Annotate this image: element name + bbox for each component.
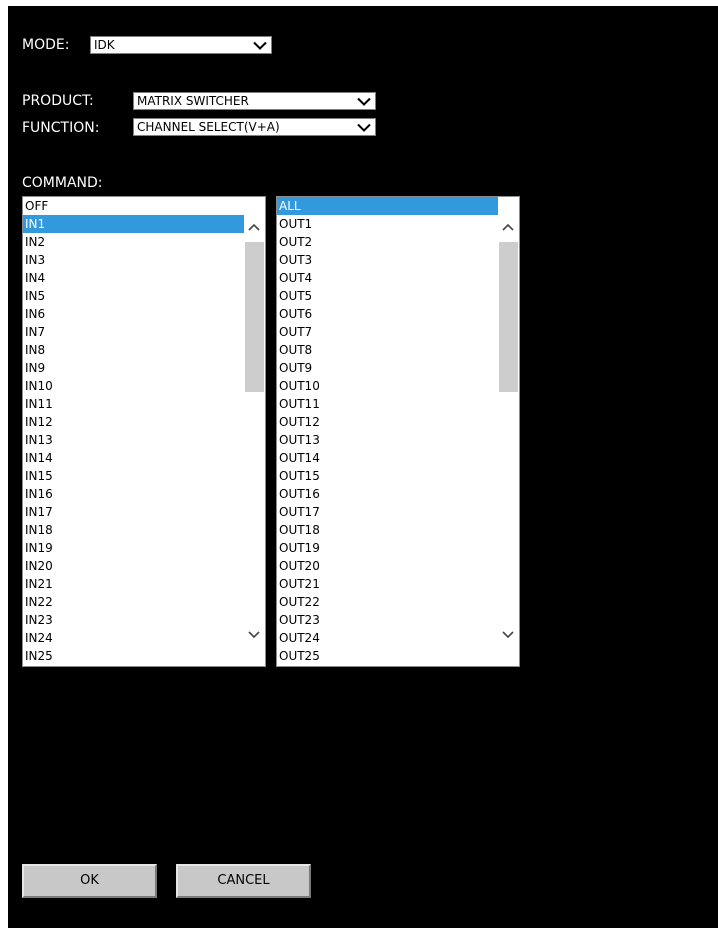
input-list-item[interactable]: IN3: [23, 251, 244, 269]
input-list-item[interactable]: IN16: [23, 485, 244, 503]
input-list-item[interactable]: IN19: [23, 539, 244, 557]
input-list: OFF IN1 IN2 IN3 IN4 IN5 IN6 IN7 IN8 IN9 IN10 IN11 IN…: [23, 197, 244, 665]
input-list-item[interactable]: IN11: [23, 395, 244, 413]
input-list-item[interactable]: OFF: [23, 197, 244, 215]
output-list-item[interactable]: OUT17: [277, 503, 498, 521]
function-label: FUNCTION:: [22, 120, 100, 136]
input-list-item[interactable]: IN9: [23, 359, 244, 377]
output-list-item[interactable]: OUT22: [277, 593, 498, 611]
chevron-down-icon: [357, 97, 371, 106]
output-list-item[interactable]: ALL: [277, 197, 498, 215]
product-select-value: MATRIX SWITCHER: [137, 94, 249, 108]
output-list-item[interactable]: OUT7: [277, 323, 498, 341]
chevron-up-icon[interactable]: [502, 223, 514, 231]
chevron-down-icon: [357, 123, 371, 132]
output-listbox[interactable]: ALL OUT1 OUT2 OUT3 OUT4 OUT5 OUT6 OUT7 OUT8 OUT9 O…: [276, 196, 520, 667]
cancel-button[interactable]: CANCEL: [176, 864, 311, 898]
output-list-item[interactable]: OUT16: [277, 485, 498, 503]
input-scrollbar[interactable]: [244, 197, 265, 666]
output-list-item[interactable]: OUT5: [277, 287, 498, 305]
input-list-item[interactable]: IN17: [23, 503, 244, 521]
output-list-item[interactable]: OUT19: [277, 539, 498, 557]
output-scroll-thumb[interactable]: [499, 242, 518, 392]
output-list-item[interactable]: OUT8: [277, 341, 498, 359]
output-list-item[interactable]: OUT10: [277, 377, 498, 395]
function-select-value: CHANNEL SELECT(V+A): [137, 120, 280, 134]
input-list-item[interactable]: IN6: [23, 305, 244, 323]
input-list-item[interactable]: IN10: [23, 377, 244, 395]
input-list-item[interactable]: IN14: [23, 449, 244, 467]
output-list-item[interactable]: OUT12: [277, 413, 498, 431]
input-list-item[interactable]: IN23: [23, 611, 244, 629]
chevron-down-icon: [253, 41, 267, 50]
output-list-item[interactable]: OUT1: [277, 215, 498, 233]
input-list-item[interactable]: IN12: [23, 413, 244, 431]
output-list-item[interactable]: OUT23: [277, 611, 498, 629]
output-list-item[interactable]: OUT2: [277, 233, 498, 251]
input-list-item[interactable]: IN22: [23, 593, 244, 611]
output-list-item[interactable]: OUT14: [277, 449, 498, 467]
product-select[interactable]: MATRIX SWITCHER: [133, 92, 376, 110]
output-list-item[interactable]: OUT6: [277, 305, 498, 323]
input-list-item[interactable]: IN20: [23, 557, 244, 575]
output-list-item[interactable]: OUT18: [277, 521, 498, 539]
product-label: PRODUCT:: [22, 93, 94, 109]
function-select[interactable]: CHANNEL SELECT(V+A): [133, 118, 376, 136]
input-list-item[interactable]: IN21: [23, 575, 244, 593]
chevron-down-icon[interactable]: [248, 631, 260, 639]
output-list-item[interactable]: OUT11: [277, 395, 498, 413]
output-scrollbar[interactable]: [498, 197, 519, 666]
output-list-item[interactable]: OUT4: [277, 269, 498, 287]
mode-label: MODE:: [22, 37, 70, 53]
input-list-item[interactable]: IN15: [23, 467, 244, 485]
input-list-item[interactable]: IN8: [23, 341, 244, 359]
input-list-item[interactable]: IN24: [23, 629, 244, 647]
output-list-item[interactable]: OUT9: [277, 359, 498, 377]
ok-button[interactable]: OK: [22, 864, 157, 898]
input-list-item[interactable]: IN7: [23, 323, 244, 341]
chevron-down-icon[interactable]: [502, 631, 514, 639]
output-list-item[interactable]: OUT25: [277, 647, 498, 665]
input-list-item[interactable]: IN25: [23, 647, 244, 665]
chevron-up-icon[interactable]: [248, 223, 260, 231]
input-list-item[interactable]: IN5: [23, 287, 244, 305]
input-list-item[interactable]: IN2: [23, 233, 244, 251]
output-list-item[interactable]: OUT24: [277, 629, 498, 647]
output-list-item[interactable]: OUT15: [277, 467, 498, 485]
input-list-item[interactable]: IN1: [23, 215, 244, 233]
mode-select[interactable]: IDK: [90, 36, 272, 54]
input-list-item[interactable]: IN4: [23, 269, 244, 287]
input-list-item[interactable]: IN18: [23, 521, 244, 539]
input-list-item[interactable]: IN13: [23, 431, 244, 449]
output-list: ALL OUT1 OUT2 OUT3 OUT4 OUT5 OUT6 OUT7 OUT8 OUT9 O…: [277, 197, 498, 665]
input-scroll-thumb[interactable]: [245, 242, 264, 392]
mode-select-value: IDK: [94, 38, 115, 52]
output-list-item[interactable]: OUT13: [277, 431, 498, 449]
output-list-item[interactable]: OUT21: [277, 575, 498, 593]
input-listbox[interactable]: OFF IN1 IN2 IN3 IN4 IN5 IN6 IN7 IN8 IN9 IN10 IN11 IN…: [22, 196, 266, 667]
command-label: COMMAND:: [22, 175, 103, 191]
output-list-item[interactable]: OUT20: [277, 557, 498, 575]
output-list-item[interactable]: OUT3: [277, 251, 498, 269]
